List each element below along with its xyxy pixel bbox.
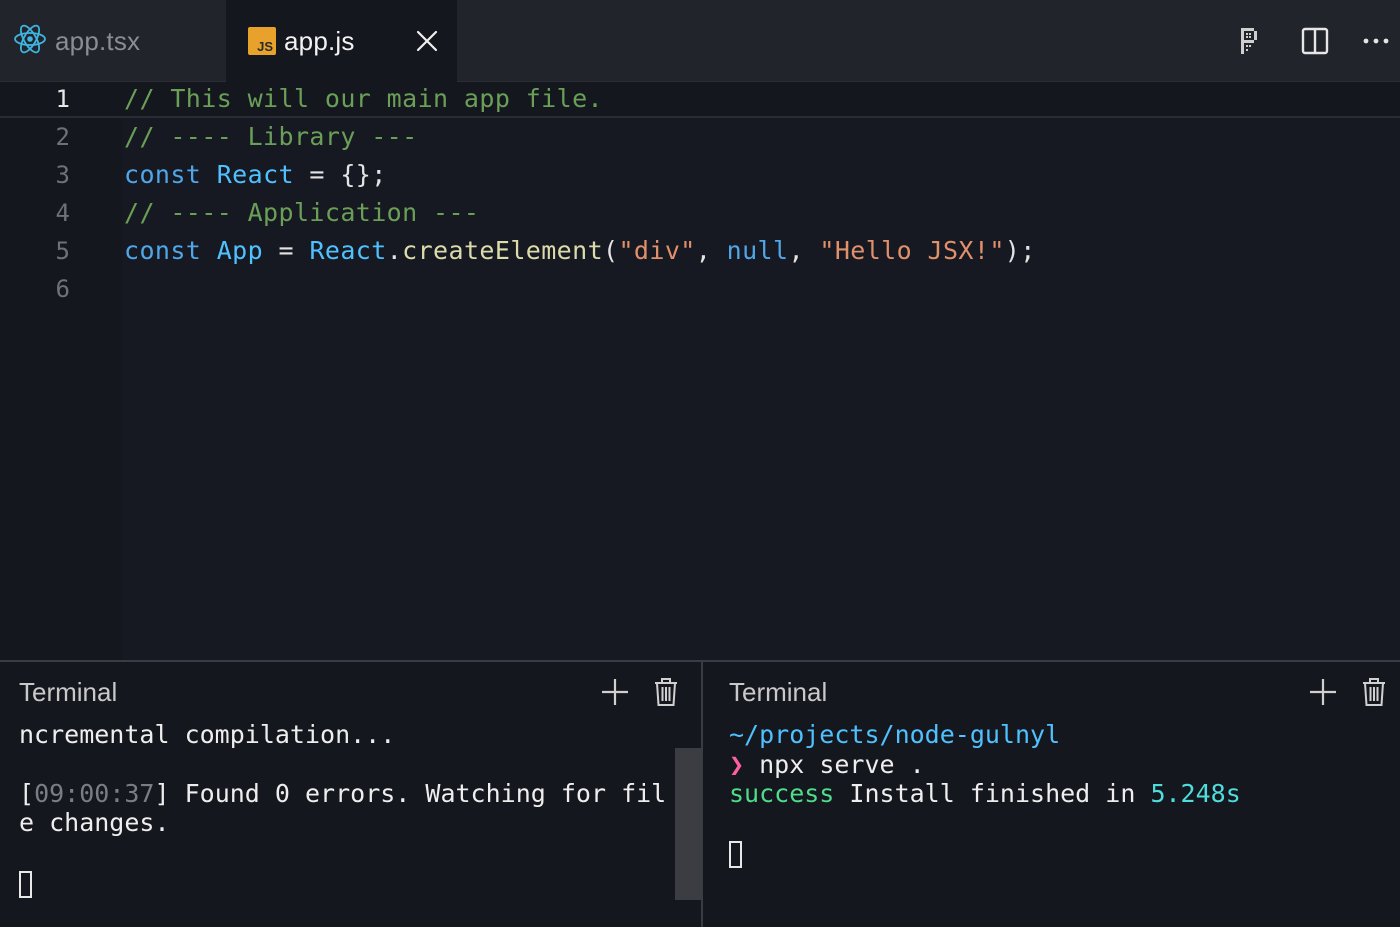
terminal-output-line: e changes. (19, 808, 170, 837)
code-token: = (263, 236, 310, 265)
code-token: App (216, 236, 264, 265)
code-token: // This will our main app file. (124, 84, 603, 113)
terminal-right[interactable]: Terminal ~/projects/node-gulnyl ❯ npx se… (703, 662, 1400, 927)
line-number: 5 (55, 237, 70, 265)
terminal-left[interactable]: Terminal ncremental compilation... [09:0… (0, 662, 701, 927)
terminal-title: Terminal (729, 677, 828, 707)
close-icon[interactable] (414, 28, 440, 54)
timestamp: 09:00:37 (34, 779, 155, 808)
code-token: const (124, 236, 202, 265)
code-token: , (788, 236, 820, 265)
tab-label: app.tsx (55, 25, 141, 56)
line-number: 2 (55, 123, 70, 151)
js-file-icon: JS (248, 27, 276, 55)
success-label: success (729, 779, 835, 808)
code-token: // ---- Application --- (124, 198, 480, 227)
code-token: const (124, 160, 202, 189)
tab-label: app.js (284, 25, 355, 56)
prompt-chevron-icon: ❯ (729, 750, 745, 779)
more-actions-icon[interactable] (1358, 23, 1394, 59)
code-token: = {}; (293, 160, 387, 189)
code-line[interactable]: 4 // ---- Application --- (0, 196, 1400, 234)
line-number: 3 (55, 161, 70, 189)
terminal-cursor (729, 841, 742, 868)
terminal-output-line: ncremental compilation... (19, 720, 396, 749)
code-token: React (216, 160, 294, 189)
line-number: 6 (55, 275, 70, 303)
line-number: 1 (55, 85, 70, 113)
editor-window: app.tsx JS app.js 1 // This will our mai… (0, 0, 1400, 927)
code-line[interactable]: 3 const React = {}; (0, 158, 1400, 196)
terminal-cursor (19, 871, 32, 898)
terminal-title: Terminal (19, 677, 118, 707)
terminal-output-line: success Install finished in 5.248s (729, 779, 1241, 808)
line-number: 4 (55, 199, 70, 227)
code-token: ( (603, 236, 619, 265)
code-token: . (386, 236, 403, 265)
code-line[interactable]: 6 (0, 272, 1400, 310)
terminal-scrollbar[interactable] (675, 748, 701, 900)
code-line[interactable]: 2 // ---- Library --- (0, 120, 1400, 158)
code-text: const App = React.createElement("div", n… (124, 234, 1036, 268)
code-line[interactable]: 5 const App = React.createElement("div", … (0, 234, 1400, 272)
react-icon (13, 22, 47, 61)
code-token: , (695, 236, 727, 265)
code-token: createElement (402, 236, 604, 265)
code-token: "Hello JSX!" (819, 236, 1005, 265)
tab-bar: app.tsx JS app.js (0, 0, 1400, 82)
add-terminal-icon[interactable] (598, 675, 632, 709)
install-duration: 5.248s (1150, 779, 1241, 808)
code-line[interactable]: 1 // This will our main app file. (0, 82, 1400, 120)
code-editor[interactable]: 1 // This will our main app file. 2 // ----… (0, 82, 1400, 660)
terminal-output-line: [09:00:37] Found 0 errors. Watching for … (19, 779, 667, 808)
code-text: // ---- Application --- (124, 196, 479, 230)
markdown-preview-icon[interactable] (1232, 23, 1268, 59)
code-token: ); (1004, 236, 1036, 265)
split-editor-icon[interactable] (1297, 23, 1333, 59)
tab-app-js[interactable]: JS app.js (226, 0, 457, 82)
terminal-command-line: ❯ npx serve . (729, 750, 925, 779)
terminal-path: ~/projects/node-gulnyl (729, 720, 1061, 749)
code-text: // ---- Library --- (124, 120, 418, 154)
code-token: // ---- Library --- (124, 122, 418, 151)
code-text: const React = {}; (124, 158, 387, 192)
tab-app-tsx[interactable]: app.tsx (0, 0, 226, 82)
code-token: React (309, 236, 387, 265)
trash-icon[interactable] (1357, 675, 1391, 709)
code-token: "div" (618, 236, 696, 265)
trash-icon[interactable] (649, 675, 683, 709)
code-text: // This will our main app file. (124, 82, 603, 116)
code-token: null (726, 236, 789, 265)
add-terminal-icon[interactable] (1306, 675, 1340, 709)
